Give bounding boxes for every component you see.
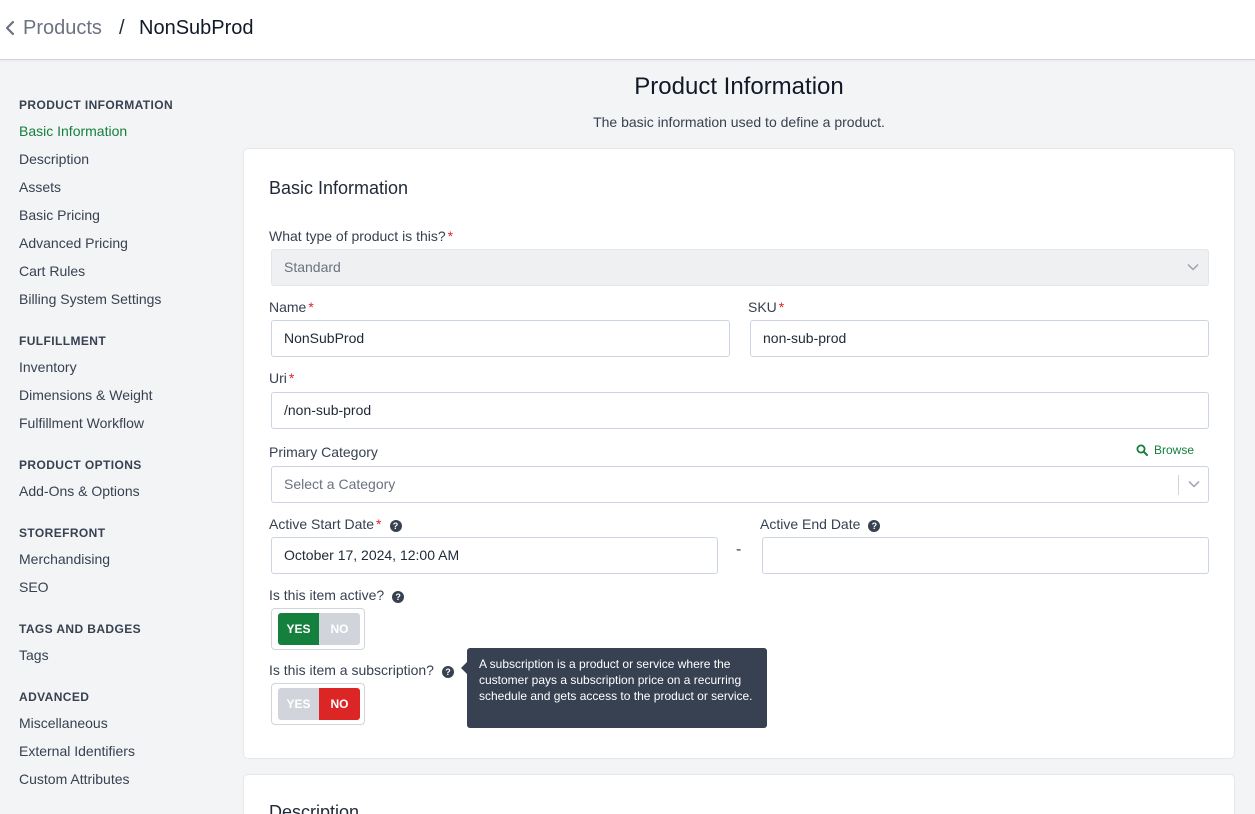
breadcrumb-separator: / xyxy=(119,17,125,39)
chevron-down-icon xyxy=(1178,475,1208,495)
breadcrumb-products-link[interactable]: Products xyxy=(23,17,102,40)
active-end-date-label: Active End Date? xyxy=(760,516,881,532)
browse-category-button[interactable]: Browse xyxy=(1136,443,1194,457)
sidebar-item-miscellaneous[interactable]: Miscellaneous xyxy=(19,715,108,731)
subscription-tooltip: A subscription is a product or service w… xyxy=(461,648,767,728)
sidebar-nav: PRODUCT INFORMATION Basic Information De… xyxy=(0,61,240,814)
product-type-select[interactable]: Standard xyxy=(271,249,1209,286)
search-icon xyxy=(1136,444,1148,456)
sku-label: SKU * xyxy=(748,299,785,315)
sidebar-item-seo[interactable]: SEO xyxy=(19,579,49,595)
sidebar-item-basic-pricing[interactable]: Basic Pricing xyxy=(19,207,100,223)
sidebar-item-dimensions-weight[interactable]: Dimensions & Weight xyxy=(19,387,153,403)
chevron-down-icon xyxy=(1178,258,1208,278)
is-subscription-no-button[interactable]: NO xyxy=(319,688,360,720)
is-subscription-label: Is this item a subscription?? xyxy=(269,662,454,678)
description-card-title: Description xyxy=(269,802,360,814)
page-title: Product Information xyxy=(634,73,844,100)
question-circle-icon[interactable]: ? xyxy=(441,666,454,678)
primary-category-label: Primary Category xyxy=(269,444,378,460)
required-marker: * xyxy=(308,299,314,315)
is-active-yes-button[interactable]: YES xyxy=(278,613,319,645)
active-end-date-input[interactable] xyxy=(762,537,1209,574)
sku-input[interactable]: non-sub-prod xyxy=(750,320,1209,357)
sidebar-group-tags-and-badges: TAGS AND BADGES xyxy=(19,622,142,636)
browse-label: Browse xyxy=(1154,443,1195,457)
uri-label: Uri * xyxy=(269,370,295,386)
primary-category-placeholder: Select a Category xyxy=(284,476,396,492)
question-circle-icon[interactable]: ? xyxy=(389,520,402,532)
date-range-separator: - xyxy=(736,541,742,558)
is-active-toggle: YES NO xyxy=(271,608,365,650)
sidebar-item-inventory[interactable]: Inventory xyxy=(19,359,77,375)
is-active-no-button[interactable]: NO xyxy=(319,613,360,645)
sidebar-group-product-information: PRODUCT INFORMATION xyxy=(19,98,174,112)
is-subscription-toggle: YES NO xyxy=(271,683,365,725)
product-type-label: What type of product is this? * xyxy=(269,228,454,244)
sidebar-item-custom-attributes[interactable]: Custom Attributes xyxy=(19,771,130,787)
top-bar: Products / NonSubProd xyxy=(0,0,1255,60)
sidebar-item-advanced-pricing[interactable]: Advanced Pricing xyxy=(19,235,128,251)
sidebar-item-assets[interactable]: Assets xyxy=(19,179,61,195)
sidebar-item-add-ons-options[interactable]: Add-Ons & Options xyxy=(19,483,140,499)
is-subscription-yes-button[interactable]: YES xyxy=(278,688,319,720)
sidebar-group-advanced: ADVANCED xyxy=(19,690,90,704)
sidebar-item-basic-information[interactable]: Basic Information xyxy=(19,123,127,139)
required-marker: * xyxy=(447,228,454,244)
sidebar-item-billing-system-settings[interactable]: Billing System Settings xyxy=(19,291,161,307)
description-card: Description xyxy=(243,774,1235,814)
required-marker: * xyxy=(778,299,785,315)
sidebar-group-fulfillment: FULFILLMENT xyxy=(19,334,107,348)
sidebar-item-external-identifiers[interactable]: External Identifiers xyxy=(19,743,135,759)
sidebar-item-description[interactable]: Description xyxy=(19,151,89,167)
required-marker: * xyxy=(288,370,295,386)
question-circle-icon[interactable]: ? xyxy=(868,520,881,532)
card-title: Basic Information xyxy=(269,178,409,198)
product-type-value: Standard xyxy=(284,259,341,275)
breadcrumb-current: NonSubProd xyxy=(139,17,254,39)
active-start-date-input[interactable]: October 17, 2024, 12:00 AM xyxy=(271,537,718,574)
sidebar-group-storefront: STOREFRONT xyxy=(19,526,106,540)
name-input[interactable]: NonSubProd xyxy=(271,320,730,357)
uri-input[interactable]: /non-sub-prod xyxy=(271,392,1209,429)
sidebar-item-fulfillment-workflow[interactable]: Fulfillment Workflow xyxy=(19,415,144,431)
required-marker: * xyxy=(376,516,382,532)
is-active-label: Is this item active?? xyxy=(269,587,405,603)
name-label: Name * xyxy=(269,299,314,315)
chevron-left-icon[interactable] xyxy=(5,20,21,38)
primary-category-select[interactable]: Select a Category xyxy=(271,466,1209,503)
sidebar-item-tags[interactable]: Tags xyxy=(19,647,49,663)
question-circle-icon[interactable]: ? xyxy=(392,591,405,603)
active-start-date-label: Active Start Date *? xyxy=(269,516,402,532)
sidebar-group-product-options: PRODUCT OPTIONS xyxy=(19,458,142,472)
page-subtitle: The basic information used to define a p… xyxy=(593,114,885,130)
sidebar-item-cart-rules[interactable]: Cart Rules xyxy=(19,263,85,279)
sidebar-item-merchandising[interactable]: Merchandising xyxy=(19,551,110,567)
